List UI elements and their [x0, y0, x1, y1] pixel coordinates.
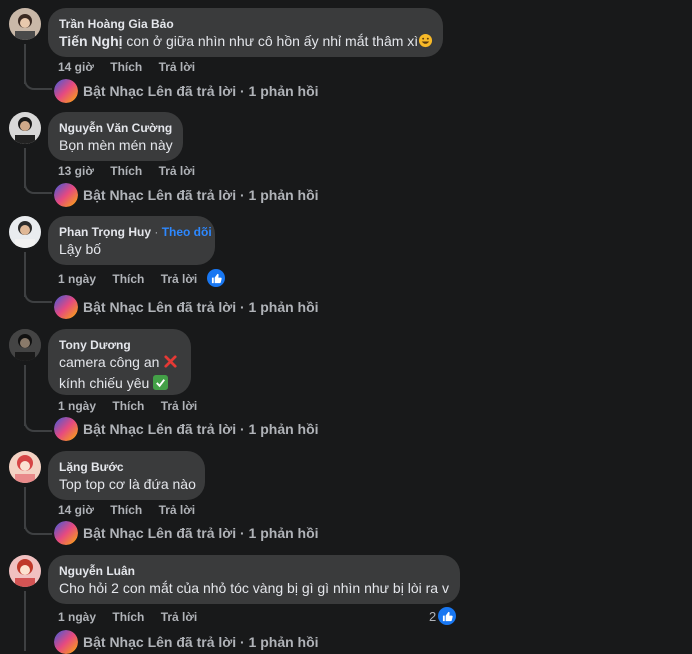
- green-check-icon: [153, 375, 169, 395]
- comment-author[interactable]: Nguyễn Luân: [59, 563, 448, 579]
- comment-text: camera công an: [59, 353, 179, 374]
- avatar[interactable]: [9, 555, 41, 587]
- comment-bubble: Tony Dương camera công an kính chiếu yêu: [48, 329, 191, 395]
- reply-summary-row[interactable]: Bật Nhạc Lên đã trả lời · 1 phản hồi: [54, 521, 319, 545]
- author-name[interactable]: Phan Trọng Huy: [59, 225, 151, 239]
- reply-button[interactable]: Trả lời: [159, 503, 196, 517]
- reply-button[interactable]: Trả lời: [159, 60, 196, 74]
- reply-summary: Bật Nhạc Lên đã trả lời · 1 phản hồi: [83, 83, 319, 99]
- comment-line-1: camera công an: [59, 354, 160, 370]
- page-avatar: [54, 521, 78, 545]
- page-avatar: [54, 295, 78, 319]
- thread-connector: [24, 418, 52, 432]
- comment-actions: 1 ngày Thích Trả lời: [58, 272, 210, 286]
- comment-actions: 13 giờ Thích Trả lời: [58, 164, 208, 178]
- avatar[interactable]: [9, 451, 41, 483]
- avatar[interactable]: [9, 216, 41, 248]
- comment-text-2: kính chiếu yêu: [59, 374, 179, 395]
- like-button[interactable]: Thích: [110, 164, 142, 178]
- comment-bubble: Trần Hoàng Gia Bảo Tiến Nghị con ở giữa …: [48, 8, 443, 57]
- comment-text: Bọn mèn mén này: [59, 137, 173, 153]
- page-avatar: [54, 630, 78, 654]
- rofl-emoji-icon: [418, 33, 433, 53]
- reply-button[interactable]: Trả lời: [161, 272, 198, 286]
- thread-line: [24, 365, 26, 426]
- thread-connector: [24, 521, 52, 535]
- comment-author: Phan Trọng Huy · Theo dõi: [59, 225, 212, 239]
- thread-connector: [24, 289, 52, 303]
- comment-bubble: Phan Trọng Huy · Theo dõi Lậy bố: [48, 216, 215, 265]
- reaction-count: 2: [429, 608, 437, 624]
- comment-text: Tiến Nghị con ở giữa nhìn như cô hồn ấy …: [59, 32, 433, 53]
- comment-text: Cho hỏi 2 con mắt của nhỏ tóc vàng bị gì…: [59, 580, 449, 596]
- reply-button[interactable]: Trả lời: [161, 399, 198, 413]
- comment-bubble: Nguyễn Luân Cho hỏi 2 con mắt của nhỏ tó…: [48, 555, 460, 604]
- comment-bubble: Lặng Bước Top top cơ là đứa nào: [48, 451, 205, 500]
- reply-summary-row[interactable]: Bật Nhạc Lên đã trả lời · 1 phản hồi: [54, 630, 319, 654]
- page-avatar: [54, 79, 78, 103]
- like-button[interactable]: Thích: [112, 610, 144, 624]
- reply-summary: Bật Nhạc Lên đã trả lời · 1 phản hồi: [83, 187, 319, 203]
- thread-connector: [24, 180, 52, 194]
- reply-summary-row[interactable]: Bật Nhạc Lên đã trả lời · 1 phản hồi: [54, 417, 319, 441]
- page-avatar: [54, 183, 78, 207]
- comment-author[interactable]: Lặng Bước: [59, 459, 193, 475]
- like-button[interactable]: Thích: [110, 60, 142, 74]
- avatar[interactable]: [9, 8, 41, 40]
- reply-summary: Bật Nhạc Lên đã trả lời · 1 phản hồi: [83, 634, 319, 650]
- comment-body: con ở giữa nhìn như cô hồn ấy nhỉ mắt th…: [122, 33, 419, 49]
- avatar[interactable]: [9, 329, 41, 361]
- comment-time[interactable]: 1 ngày: [58, 399, 96, 413]
- comment-actions: 1 ngày Thích Trả lời: [58, 610, 210, 624]
- comment-text: Lậy bố: [59, 241, 102, 257]
- avatar[interactable]: [9, 112, 41, 144]
- reaction-summary[interactable]: [207, 269, 225, 287]
- comment-author[interactable]: Trần Hoàng Gia Bảo: [59, 16, 431, 32]
- follow-button[interactable]: Theo dõi: [162, 225, 212, 239]
- comment-time[interactable]: 14 giờ: [58, 60, 94, 74]
- comment-author[interactable]: Nguyễn Văn Cường: [59, 120, 172, 136]
- reaction-summary[interactable]: 2: [429, 607, 457, 625]
- comment-actions: 14 giờ Thích Trả lời: [58, 60, 208, 74]
- comment-actions: 1 ngày Thích Trả lời: [58, 399, 210, 413]
- reply-button[interactable]: Trả lời: [161, 610, 198, 624]
- like-button[interactable]: Thích: [110, 503, 142, 517]
- comment-bubble: Nguyễn Văn Cường Bọn mèn mén này: [48, 112, 183, 161]
- reply-summary: Bật Nhạc Lên đã trả lời · 1 phản hồi: [83, 525, 319, 541]
- reply-summary-row[interactable]: Bật Nhạc Lên đã trả lời · 1 phản hồi: [54, 295, 319, 319]
- comment-text: Top top cơ là đứa nào: [59, 476, 196, 492]
- thread-line: [24, 591, 26, 651]
- comment-time[interactable]: 1 ngày: [58, 610, 96, 624]
- reply-summary: Bật Nhạc Lên đã trả lời · 1 phản hồi: [83, 299, 319, 315]
- like-button[interactable]: Thích: [112, 272, 144, 286]
- like-reaction-icon: [438, 607, 457, 625]
- comment-time[interactable]: 13 giờ: [58, 164, 94, 178]
- like-button[interactable]: Thích: [112, 399, 144, 413]
- red-cross-icon: [163, 354, 178, 374]
- reply-summary-row[interactable]: Bật Nhạc Lên đã trả lời · 1 phản hồi: [54, 79, 319, 103]
- reply-summary: Bật Nhạc Lên đã trả lời · 1 phản hồi: [83, 421, 319, 437]
- comment-line-2: kính chiếu yêu: [59, 375, 150, 391]
- comment-time[interactable]: 1 ngày: [58, 272, 96, 286]
- reply-summary-row[interactable]: Bật Nhạc Lên đã trả lời · 1 phản hồi: [54, 183, 319, 207]
- comment-time[interactable]: 14 giờ: [58, 503, 94, 517]
- page-avatar: [54, 417, 78, 441]
- reply-button[interactable]: Trả lời: [159, 164, 196, 178]
- comment-actions: 14 giờ Thích Trả lời: [58, 503, 208, 517]
- like-reaction-icon: [207, 269, 225, 287]
- thread-connector: [24, 76, 52, 90]
- mention-link[interactable]: Tiến Nghị: [59, 33, 123, 49]
- comment-author[interactable]: Tony Dương: [59, 337, 179, 353]
